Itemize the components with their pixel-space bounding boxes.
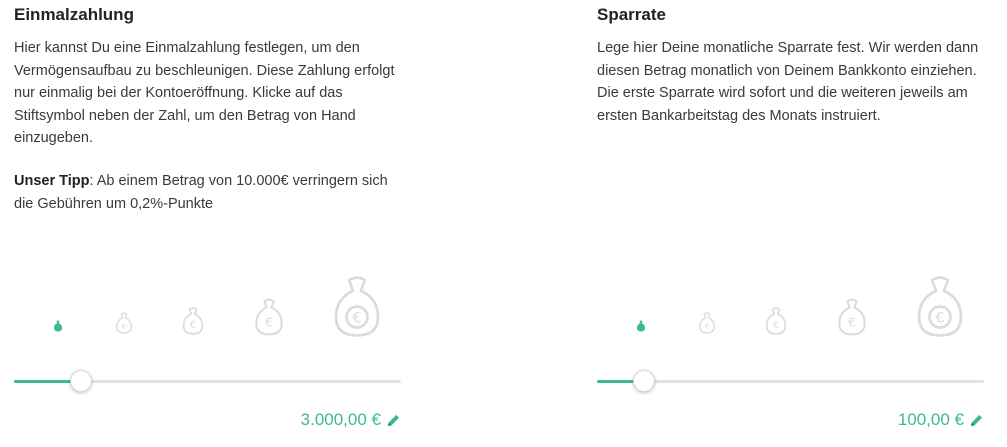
money-bag-icon: € [334,276,380,337]
money-bag-icon: € [255,298,283,336]
svg-text:€: € [773,320,779,331]
sparrate-amount-row: 100,00 € [898,410,984,430]
svg-text:€: € [190,320,196,331]
einmalzahlung-panel: Einmalzahlung Hier kannst Du eine Einmal… [14,0,409,447]
tip-label: Unser Tipp [14,173,90,189]
pencil-icon[interactable] [386,413,401,428]
money-bag-icon: € [116,312,132,334]
sparrate-panel: Sparrate Lege hier Deine monatliche Spar… [597,0,992,447]
sparrate-description: Lege hier Deine monatliche Sparrate fest… [597,40,979,124]
money-bag-icon: € [838,298,866,336]
einmalzahlung-amount-row: 3.000,00 € [301,410,401,430]
money-bag-icon: € [765,307,787,335]
money-bag-icon: € [917,276,963,337]
money-bag-icon [54,320,62,332]
pencil-icon[interactable] [969,413,984,428]
einmalzahlung-description: Hier kannst Du eine Einmalzahlung festle… [14,40,395,146]
einmalzahlung-slider-handle[interactable] [69,370,92,392]
svg-text:€: € [265,315,273,330]
svg-text:€: € [352,310,361,326]
einmalzahlung-amount: 3.000,00 € [300,410,381,429]
svg-text:€: € [705,321,710,330]
sparrate-amount: 100,00 € [897,410,964,429]
sparrate-title: Sparrate [597,5,666,24]
money-bag-icon: € [182,307,204,335]
einmalzahlung-slider-track[interactable] [14,370,401,392]
svg-text:€: € [122,321,127,330]
sparrate-slider-track[interactable] [597,370,984,392]
money-bag-icon [637,320,645,332]
einmalzahlung-title: Einmalzahlung [14,5,134,24]
money-bag-icon: € [699,312,715,334]
svg-text:€: € [935,310,944,326]
svg-text:€: € [848,315,856,330]
einmalzahlung-tip: Unser Tipp: Ab einem Betrag von 10.000€ … [14,170,409,215]
sparrate-slider-handle[interactable] [633,370,656,392]
